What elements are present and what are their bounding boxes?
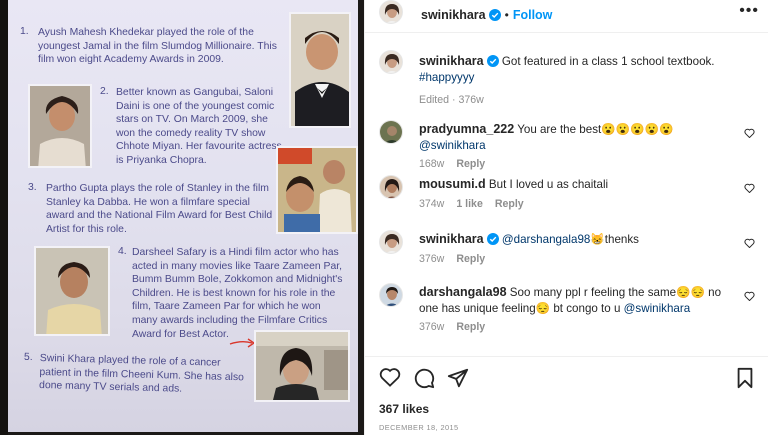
textbook-item-2: Better known as Gangubai, Saloni Daini i… [116, 87, 282, 166]
heart-icon[interactable] [744, 291, 755, 301]
hashtag-link[interactable]: #happyyyy [419, 71, 474, 84]
comment-text: Soo many ppl r feeling the same [509, 286, 677, 299]
comment-age: 168w [419, 158, 445, 170]
comment-item: swinikhara @darshangala98😸thenks 376w Rep… [379, 230, 759, 270]
share-icon[interactable] [447, 367, 469, 389]
verified-badge-icon [486, 55, 499, 67]
comment-username[interactable]: swinikhara [419, 232, 484, 246]
textbook-item-5: Swini Khara played the role of a cancer … [38, 352, 245, 395]
comment-age: 376w [419, 252, 445, 265]
reply-button[interactable]: Reply [456, 158, 485, 170]
comment-emoji: 😮😮😮😮😮 [601, 123, 674, 136]
item-number: 5. [23, 351, 33, 364]
mention-link[interactable]: @darshangala98 [502, 233, 590, 246]
verified-badge-icon [486, 233, 499, 245]
child-photo [34, 246, 110, 336]
textbook-item-3: Partho Gupta plays the role of Stanley i… [46, 183, 273, 235]
comment-item: darshangala98 Soo many ppl r feeling the… [379, 283, 759, 339]
mention-link[interactable]: @swinikhara [624, 302, 691, 315]
mention-link[interactable]: @swinikhara [419, 139, 486, 152]
verified-badge-icon [488, 9, 501, 21]
comment-username[interactable]: darshangala98 [419, 285, 507, 299]
actions-divider [365, 356, 768, 357]
header-divider [365, 32, 768, 33]
comment-text: bt congo to u [553, 301, 621, 315]
comment-emoji: 😔😔 [676, 286, 705, 299]
comment-age: 376w [419, 321, 445, 333]
post-date: DECEMBER 18, 2015 [379, 423, 459, 432]
post-author-username[interactable]: swinikhara [421, 8, 486, 22]
child-photo [28, 84, 92, 168]
comment-emoji: 😸 [590, 233, 605, 246]
action-bar [379, 367, 759, 389]
comment-text: thenks [604, 233, 639, 246]
textbook-item-1: Ayush Mahesh Khedekar played the role of… [38, 27, 277, 66]
post-header: swinikhara • Follow ••• [365, 0, 768, 25]
item-number: 4. [118, 246, 127, 257]
separator-dot: • [504, 8, 509, 22]
comment-text: But I loved u as chaitali [488, 178, 609, 191]
caption-username[interactable]: swinikhara [419, 54, 484, 68]
avatar[interactable] [379, 230, 403, 254]
reply-button[interactable]: Reply [456, 321, 485, 333]
comment-icon[interactable] [413, 367, 435, 389]
caption-text: Got featured in a class 1 school textboo… [501, 55, 715, 68]
item-number: 3. [28, 182, 37, 193]
heart-icon[interactable] [744, 238, 755, 248]
like-heart-icon[interactable] [379, 367, 401, 387]
avatar[interactable] [379, 120, 403, 144]
comment-username[interactable]: pradyumna_222 [419, 122, 514, 136]
comment-item: pradyumna_222 You are the best😮😮😮😮😮 @swi… [379, 120, 759, 170]
post-caption: swinikhara Got featured in a class 1 sch… [379, 50, 759, 106]
heart-icon[interactable] [744, 128, 755, 138]
heart-icon[interactable] [744, 183, 755, 193]
bookmark-icon[interactable] [735, 367, 755, 389]
comment-text: You are the best [517, 123, 602, 136]
item-number: 1. [20, 26, 29, 37]
reply-button[interactable]: Reply [495, 198, 524, 210]
avatar[interactable] [379, 175, 403, 199]
post-panel: swinikhara • Follow ••• swinikhara Got fea… [364, 0, 768, 435]
child-photo [254, 330, 350, 402]
item-number: 2. [100, 86, 109, 97]
more-options-icon[interactable]: ••• [739, 2, 759, 20]
follow-button[interactable]: Follow [513, 8, 553, 22]
child-photo [276, 146, 358, 234]
comment-emoji: 😔 [535, 301, 551, 315]
comment-item: mousumi.d But I loved u as chaitali 374w… [379, 175, 759, 215]
textbook-item-4: Darsheel Safary is a Hindi film actor wh… [132, 247, 343, 340]
caption-meta: Edited · 376w [419, 94, 484, 106]
comment-likes[interactable]: 1 like [456, 198, 483, 210]
comment-age: 374w [419, 197, 445, 210]
avatar[interactable] [379, 283, 403, 307]
avatar[interactable] [379, 50, 403, 74]
post-photo[interactable]: 1. Ayush Mahesh Khedekar played the role… [0, 0, 364, 435]
comment-username[interactable]: mousumi.d [419, 177, 486, 191]
photo-edge [0, 0, 8, 435]
reply-button[interactable]: Reply [456, 253, 485, 265]
child-photo [289, 12, 351, 128]
avatar[interactable] [379, 0, 403, 24]
textbook-page: 1. Ayush Mahesh Khedekar played the role… [6, 0, 358, 432]
likes-count[interactable]: 367 likes [379, 402, 429, 416]
